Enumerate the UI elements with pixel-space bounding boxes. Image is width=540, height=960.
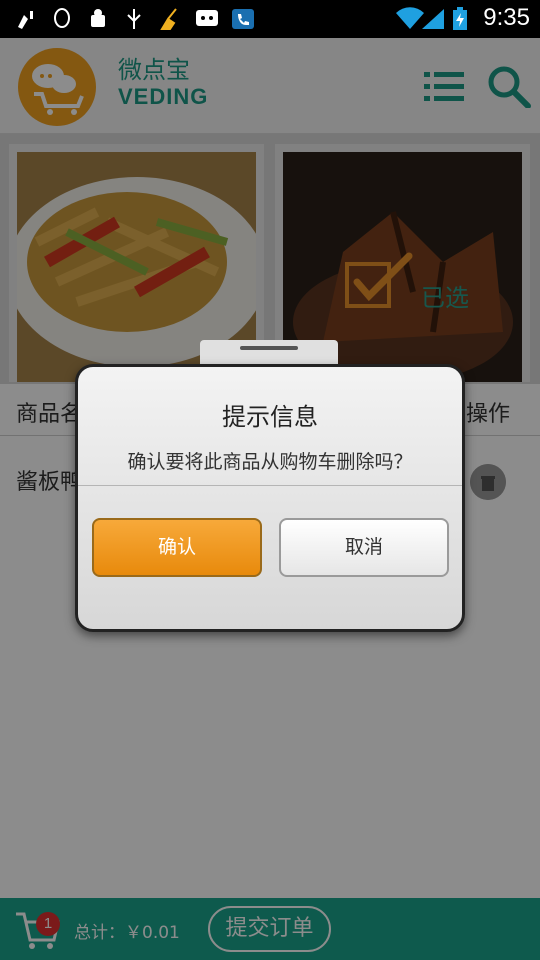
cancel-button[interactable]: 取消: [279, 518, 449, 577]
dialog-divider: [78, 485, 462, 486]
cleaner-icon: [18, 11, 33, 29]
confirm-dialog: 提示信息 确认要将此商品从购物车删除吗？ 确认 取消: [75, 364, 465, 632]
confirm-button[interactable]: 确认: [92, 518, 262, 577]
message-icon: [196, 10, 218, 26]
dialog-title: 提示信息: [222, 403, 318, 431]
signal-icon: [422, 9, 444, 29]
android-debug-icon: [91, 9, 105, 27]
usb-icon: [127, 9, 141, 29]
dialog-handle: [200, 340, 338, 366]
battery-charging-icon: [453, 7, 467, 30]
dialog-message: 确认要将此商品从购物车删除吗？: [127, 451, 413, 473]
status-time: 9:35: [483, 4, 530, 31]
qq-icon: [54, 8, 70, 28]
broom-icon: [160, 8, 177, 30]
status-bar: 9:35: [0, 0, 540, 38]
phone-icon: [232, 9, 254, 29]
